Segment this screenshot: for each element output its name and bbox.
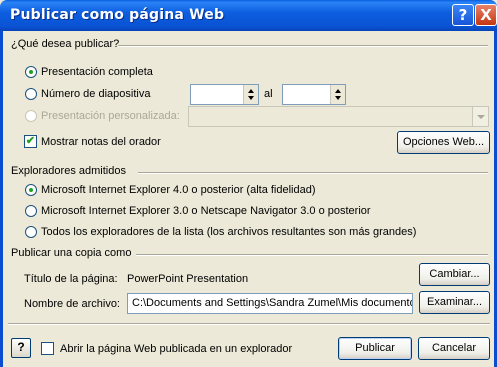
web-options-button[interactable]: Opciones Web... bbox=[397, 131, 490, 154]
radio-ie3[interactable] bbox=[25, 205, 37, 217]
help-icon[interactable]: ? bbox=[11, 338, 31, 358]
radio-slide-number[interactable] bbox=[25, 88, 37, 100]
browse-button[interactable]: Examinar... bbox=[419, 291, 490, 314]
page-title-value: PowerPoint Presentation bbox=[127, 273, 249, 285]
ie3-label[interactable]: Microsoft Internet Explorer 3.0 o Netsca… bbox=[41, 205, 371, 217]
browsers-group-divider bbox=[138, 172, 488, 174]
radio-all-browsers[interactable] bbox=[25, 226, 37, 238]
close-button[interactable]: X bbox=[475, 4, 497, 26]
radio-complete-presentation[interactable] bbox=[25, 66, 37, 78]
complete-presentation-label[interactable]: Presentación completa bbox=[41, 66, 153, 78]
filename-input[interactable]: C:\Documents and Settings\Sandra Zumel\M… bbox=[127, 293, 413, 314]
radio-custom-show[interactable] bbox=[25, 110, 37, 122]
slide-number-label[interactable]: Número de diapositiva bbox=[41, 88, 150, 100]
page-title-label: Título de la página: bbox=[24, 273, 118, 285]
browsers-group-label: Exploradores admitidos bbox=[11, 165, 126, 177]
publish-button[interactable]: Publicar bbox=[338, 337, 412, 360]
show-notes-label[interactable]: Mostrar notas del orador bbox=[41, 136, 161, 148]
window-frame-left bbox=[0, 31, 3, 367]
show-notes-checkbox[interactable]: ✔ bbox=[24, 135, 37, 148]
filename-label: Nombre de archivo: bbox=[24, 298, 120, 310]
cancel-button[interactable]: Cancelar bbox=[418, 337, 490, 360]
custom-show-label: Presentación personalizada: bbox=[41, 110, 180, 122]
al-label: al bbox=[264, 88, 273, 100]
copy-group-label: Publicar una copia como bbox=[11, 247, 132, 259]
slide-from-spinner[interactable] bbox=[243, 85, 258, 104]
all-browsers-label[interactable]: Todos los exploradores de la lista (los … bbox=[41, 226, 416, 238]
window-title: Publicar como página Web bbox=[10, 7, 225, 23]
open-in-browser-label[interactable]: Abrir la página Web publicada en un expl… bbox=[60, 343, 292, 355]
custom-show-combo[interactable] bbox=[188, 106, 489, 127]
title-bar: Publicar como página Web ? X bbox=[0, 0, 497, 31]
custom-show-dropdown-arrow[interactable] bbox=[472, 107, 488, 126]
publish-group-label: ¿Qué desea publicar? bbox=[11, 38, 120, 50]
radio-ie4[interactable] bbox=[25, 184, 37, 196]
open-in-browser-checkbox[interactable] bbox=[41, 342, 54, 355]
slide-to-spinner[interactable] bbox=[330, 85, 345, 104]
footer-separator bbox=[8, 323, 490, 325]
help-titlebar-button[interactable]: ? bbox=[452, 4, 474, 26]
ie4-label[interactable]: Microsoft Internet Explorer 4.0 o poster… bbox=[41, 184, 316, 196]
publish-group-divider bbox=[118, 45, 488, 47]
change-title-button[interactable]: Cambiar... bbox=[419, 263, 490, 286]
copy-group-divider bbox=[136, 254, 488, 256]
